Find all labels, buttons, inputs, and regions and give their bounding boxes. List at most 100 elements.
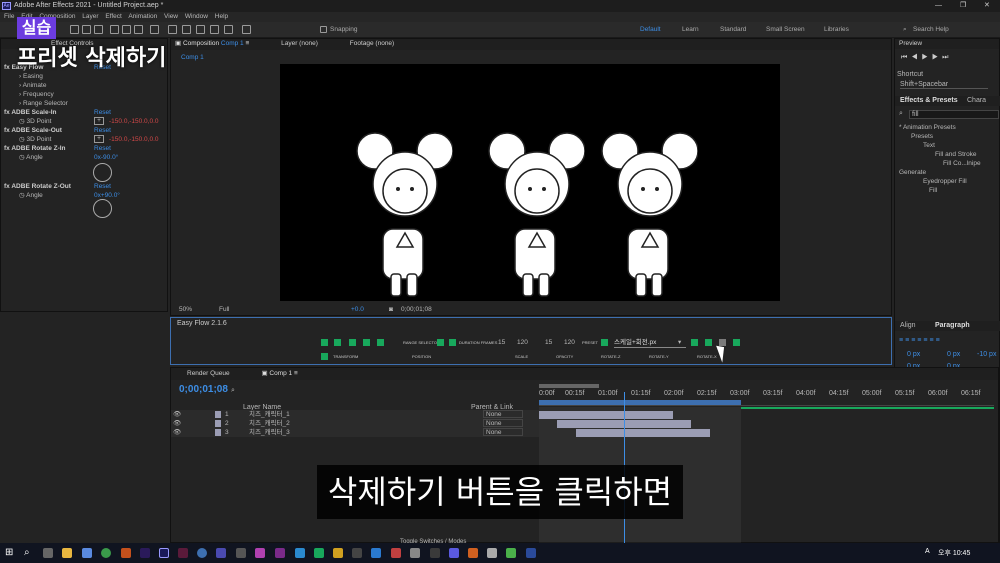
indent-left-value[interactable]: 0 px (907, 351, 920, 358)
layer-row-3[interactable]: 👁 3 치즈_캐릭터_3 None (171, 428, 539, 437)
prop-easing[interactable]: › Easing (19, 72, 43, 81)
menu-animation[interactable]: Animation (128, 13, 157, 20)
layer-row-1[interactable]: 👁 1 치즈_캐릭터_1 None (171, 410, 539, 419)
app-icon-14[interactable] (449, 548, 459, 558)
workspace-small-screen[interactable]: Small Screen (766, 26, 805, 33)
preset-refresh-button[interactable] (733, 339, 740, 346)
duration-out-1[interactable]: 120 (517, 337, 528, 348)
quality-select[interactable]: Full (219, 304, 229, 316)
tree-generate[interactable]: Generate (899, 168, 981, 177)
crosshair-icon[interactable]: + (94, 135, 104, 143)
prev-frame-icon[interactable]: ◀ (911, 54, 921, 61)
app-icon-16[interactable] (487, 548, 497, 558)
app-icon-1[interactable] (121, 548, 131, 558)
eraser-tool-icon[interactable] (224, 25, 233, 34)
last-frame-icon[interactable]: ⏭ (942, 54, 952, 61)
puppet-tool-icon[interactable] (242, 25, 251, 34)
character-tab[interactable]: Chara (967, 97, 986, 104)
indent-first-value[interactable]: -10 px (977, 351, 996, 358)
menu-view[interactable]: View (164, 13, 178, 20)
preset-apply-button[interactable] (691, 339, 698, 346)
tree-animation-presets[interactable]: * Animation Presets (899, 123, 981, 132)
layer-parent-select[interactable]: None (483, 428, 523, 436)
store-icon[interactable] (82, 548, 92, 558)
prop-range-selector[interactable]: › Range Selector (19, 99, 68, 108)
system-clock[interactable]: 오후 10:45 (938, 548, 970, 558)
app-icon-7[interactable] (295, 548, 305, 558)
tree-eyedropper-fill[interactable]: Eyedropper Fill (899, 177, 981, 186)
scale-in-value[interactable]: -150.0,-150.0,0.0 (109, 117, 159, 126)
time-ruler[interactable]: 0:00f 00:15f 01:00f 01:15f 02:00f 02:15f… (539, 384, 994, 406)
ef-easing-btn-3[interactable] (349, 339, 356, 346)
zoom-tool-icon[interactable] (94, 25, 103, 34)
file-explorer-icon[interactable] (62, 548, 72, 558)
work-area-bar[interactable] (539, 384, 599, 388)
tree-text[interactable]: Text (899, 141, 981, 150)
layer-row-2[interactable]: 👁 2 치즈_캐릭터_2 None (171, 419, 539, 428)
indent-right-value[interactable]: 0 px (947, 351, 960, 358)
vscode-icon[interactable] (371, 548, 381, 558)
layer-name[interactable]: 치즈_캐릭터_3 (249, 428, 290, 437)
app-icon-10[interactable] (352, 548, 362, 558)
exposure-value[interactable]: +0.0 (351, 304, 364, 316)
brush-tool-icon[interactable] (196, 25, 205, 34)
minimize-button[interactable]: — (935, 0, 942, 12)
camera-snapshot-icon[interactable]: ◙ (389, 304, 393, 316)
chrome-icon[interactable] (101, 548, 111, 558)
scale-out-value[interactable]: -150.0,-150.0,0.0 (109, 135, 159, 144)
ef-easing-btn-1[interactable] (321, 339, 328, 346)
render-queue-tab[interactable]: Render Queue (187, 370, 230, 377)
ef-easing-btn-2[interactable] (334, 339, 341, 346)
composition-viewer[interactable] (280, 64, 780, 301)
app-icon-15[interactable] (468, 548, 478, 558)
align-tab[interactable]: Align (900, 322, 916, 329)
layer-parent-select[interactable]: None (483, 410, 523, 418)
comp-breadcrumb[interactable]: Comp 1 (181, 54, 204, 61)
app-icon-18[interactable] (526, 548, 536, 558)
layer-bar-3[interactable] (576, 429, 710, 437)
layer-name[interactable]: 치즈_캐릭터_1 (249, 410, 290, 419)
app-icon-5[interactable] (255, 548, 265, 558)
rotate-tool-icon[interactable] (110, 25, 119, 34)
clone-tool-icon[interactable] (210, 25, 219, 34)
menu-file[interactable]: File (4, 13, 14, 20)
tree-fill[interactable]: Fill (899, 186, 981, 195)
tree-fill-and-stroke[interactable]: Fill and Stroke (899, 150, 981, 159)
input-language[interactable]: A (925, 548, 930, 555)
visibility-icon[interactable]: 👁 (173, 410, 181, 419)
composition-tab[interactable]: ▣ Composition Comp 1 ≡ (175, 40, 249, 47)
pen-tool-icon[interactable] (168, 25, 177, 34)
next-frame-icon[interactable]: ▶ (932, 54, 942, 61)
duration-in-2[interactable]: 15 (545, 337, 552, 348)
reset-scale-out[interactable]: Reset (94, 126, 111, 135)
app-icon-11[interactable] (391, 548, 401, 558)
paragraph-tab[interactable]: Paragraph (935, 322, 970, 329)
layer-tab[interactable]: Layer (none) (281, 40, 318, 47)
premiere-icon[interactable] (140, 548, 150, 558)
search-help-label[interactable]: Search Help (913, 26, 949, 33)
first-frame-icon[interactable]: ⏮ (901, 54, 911, 61)
app-icon-4[interactable] (236, 548, 246, 558)
effect-rotate-z-in[interactable]: fx ADBE Rotate Z-In (4, 144, 66, 153)
timeline-timecode[interactable]: 0;00;01;08 (179, 384, 228, 395)
effect-scale-out[interactable]: fx ADBE Scale-Out (4, 126, 62, 135)
duration-in-1[interactable]: 15 (498, 337, 505, 348)
work-area-range[interactable] (539, 400, 741, 405)
shape-tool-icon[interactable] (150, 25, 159, 34)
pan-behind-tool-icon[interactable] (134, 25, 143, 34)
effects-search-input[interactable]: fill (909, 110, 999, 119)
viewer-timecode[interactable]: 0;00;01;08 (401, 304, 432, 316)
app-icon-6[interactable] (275, 548, 285, 558)
workspace-learn[interactable]: Learn (682, 26, 699, 33)
preset-save-button[interactable] (705, 339, 712, 346)
tree-fill-color-preset[interactable]: Fill Co...lnipe (899, 159, 981, 168)
workspace-standard[interactable]: Standard (720, 26, 746, 33)
layer-parent-select[interactable]: None (483, 419, 523, 427)
indesign-icon[interactable] (178, 548, 188, 558)
timeline-comp-tab[interactable]: ▣ Comp 1 ≡ (261, 370, 297, 377)
app-icon-3[interactable] (216, 548, 226, 558)
task-view-icon[interactable] (43, 548, 53, 558)
snapping-checkbox[interactable] (320, 26, 327, 33)
footage-tab[interactable]: Footage (none) (350, 40, 394, 47)
app-icon-8[interactable] (314, 548, 324, 558)
